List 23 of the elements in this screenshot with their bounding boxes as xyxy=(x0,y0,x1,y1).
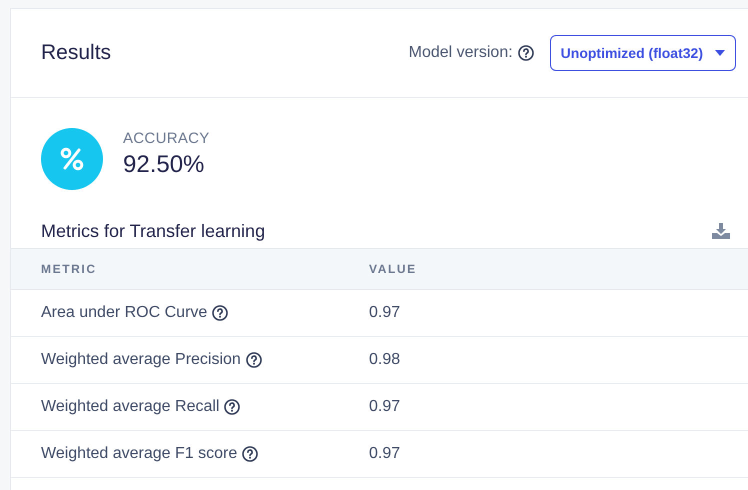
page-title: Results xyxy=(41,40,112,66)
help-icon[interactable] xyxy=(246,352,262,368)
table-cell-text: Weighted average Precision xyxy=(41,350,241,370)
caret-icon xyxy=(715,50,725,56)
help-icon[interactable] xyxy=(242,446,258,462)
help-icon[interactable] xyxy=(224,399,240,415)
table-cell-text: Weighted average Recall xyxy=(41,397,220,417)
download-icon[interactable] xyxy=(712,222,730,240)
table-cell-text: 0.97 xyxy=(369,397,400,417)
table-cell-text: Weighted average F1 score xyxy=(41,444,238,464)
metric-label: ACCURACY xyxy=(123,129,210,149)
column-header: VALUE xyxy=(369,261,417,278)
help-icon[interactable] xyxy=(212,305,228,321)
table-cell-text: 0.98 xyxy=(369,350,400,370)
table-cell-text: 0.97 xyxy=(369,303,400,323)
metric-value: 92.50% xyxy=(123,150,206,180)
table-cell-text: 0.97 xyxy=(369,444,400,464)
table-cell-text: Area under ROC Curve xyxy=(41,303,208,323)
column-header: METRIC xyxy=(40,261,98,278)
field-label: Model version: xyxy=(408,43,513,63)
section-title: Metrics for Transfer learning xyxy=(41,220,266,243)
model-version-dropdown[interactable]: Unoptimized (float32) xyxy=(550,35,736,71)
help-icon[interactable] xyxy=(518,45,534,61)
